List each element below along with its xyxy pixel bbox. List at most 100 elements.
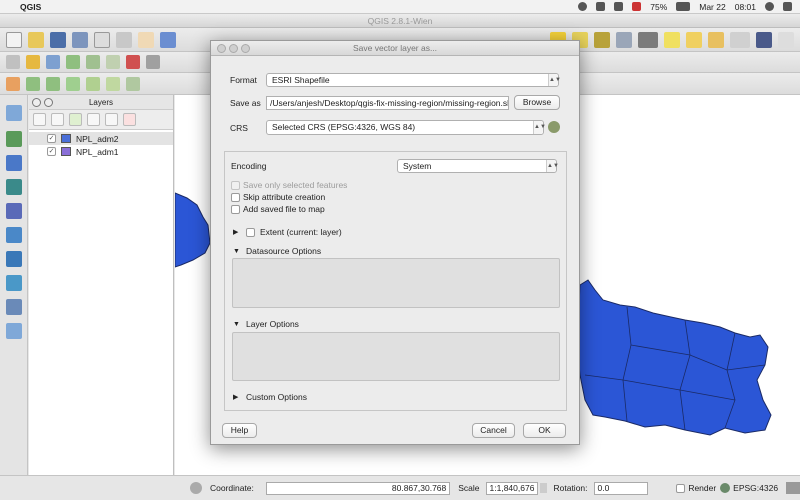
add-feature-icon[interactable] — [66, 55, 80, 69]
help-button[interactable]: Help — [222, 423, 257, 438]
layer-options-header[interactable]: ▼ Layer Options — [233, 319, 299, 329]
save-edits-icon[interactable] — [46, 55, 60, 69]
triangle-down-icon[interactable]: ▼ — [233, 321, 241, 328]
collapse-all-icon[interactable] — [105, 113, 118, 126]
visible-layers-icon[interactable] — [51, 113, 64, 126]
dialog-minimize-icon[interactable] — [229, 44, 238, 53]
field-calculator-icon[interactable] — [594, 31, 610, 48]
add-raster-layer-icon[interactable] — [6, 131, 22, 147]
current-edits-icon[interactable] — [6, 55, 20, 69]
scale-field[interactable]: 1:1,840,676 — [485, 481, 538, 495]
save-as-path-input[interactable]: /Users/anjesh/Desktop/qgis-fix-missing-r… — [266, 96, 509, 110]
add-spatialite-layer-icon[interactable] — [6, 179, 22, 195]
triangle-right-icon[interactable]: ▶ — [233, 228, 241, 236]
select-crs-icon[interactable] — [548, 121, 560, 133]
layer-visibility-checkbox[interactable]: ✓ — [47, 134, 56, 143]
expand-all-icon[interactable] — [33, 113, 46, 126]
simplify-feature-icon[interactable] — [66, 76, 80, 91]
composer-manager-icon[interactable] — [116, 31, 132, 48]
crs-globe-icon[interactable] — [720, 483, 731, 493]
open-project-icon[interactable] — [28, 31, 44, 48]
skip-attribute-row[interactable]: Skip attribute creation — [231, 192, 325, 202]
add-mssql-layer-icon[interactable] — [6, 203, 22, 219]
list-icon[interactable] — [783, 2, 792, 11]
label-tool-icon[interactable] — [6, 76, 20, 91]
coordinate-toggle-icon[interactable] — [190, 482, 202, 494]
extent-checkbox[interactable] — [246, 227, 255, 237]
volume-icon[interactable] — [614, 2, 624, 11]
move-feature-icon[interactable] — [86, 55, 100, 69]
flag-us-icon[interactable] — [632, 2, 642, 11]
add-to-map-row[interactable]: Add saved file to map — [231, 204, 325, 214]
extent-section[interactable]: ▶ Extent (current: layer) — [233, 227, 342, 237]
cut-features-icon[interactable] — [146, 55, 160, 69]
layer-visibility-checkbox[interactable]: ✓ — [47, 147, 56, 156]
rotation-field[interactable]: 0.0 — [593, 481, 649, 495]
delete-selected-icon[interactable] — [126, 55, 140, 69]
whats-this-icon[interactable] — [778, 31, 794, 48]
datasource-options-label: Datasource Options — [246, 246, 322, 256]
coordinate-field[interactable]: 80.867,30.768 — [265, 481, 451, 495]
save-project-icon[interactable] — [50, 31, 66, 48]
map-tips-icon[interactable] — [664, 31, 680, 48]
custom-options-header[interactable]: ▶ Custom Options — [233, 392, 307, 402]
add-wcs-layer-icon[interactable] — [6, 251, 22, 267]
crs-status[interactable]: EPSG:4326 — [733, 483, 778, 493]
print-composer-icon[interactable] — [94, 31, 110, 48]
show-bookmarks-icon[interactable] — [708, 31, 724, 48]
dialog-zoom-icon[interactable] — [241, 44, 250, 53]
dialog-close-icon[interactable] — [217, 44, 226, 53]
attribute-table-icon[interactable] — [616, 31, 632, 48]
crs-select[interactable]: Selected CRS (EPSG:4326, WGS 84) ▲▼ — [266, 120, 546, 135]
add-to-map-checkbox[interactable] — [231, 204, 240, 214]
options-scroll-area[interactable]: Encoding System ▲▼ Save only selected fe… — [224, 151, 567, 411]
toggle-editing-icon[interactable] — [26, 55, 40, 69]
add-part-icon[interactable] — [106, 76, 120, 91]
new-project-icon[interactable] — [6, 31, 22, 48]
add-postgis-layer-icon[interactable] — [6, 155, 22, 171]
pan-hand-icon[interactable] — [138, 31, 154, 48]
layer-row-npl-adm1[interactable]: ✓ NPL_adm1 — [29, 145, 173, 158]
add-vector-layer-icon[interactable] — [6, 105, 22, 121]
app-name-menu[interactable]: QGIS — [20, 2, 41, 12]
triangle-down-icon[interactable]: ▼ — [233, 248, 241, 255]
menubar-time[interactable]: 08:01 — [735, 2, 756, 12]
add-wfs-layer-icon[interactable] — [6, 275, 22, 291]
help-icon[interactable] — [756, 31, 772, 48]
add-wms-layer-icon[interactable] — [6, 227, 22, 243]
search-icon[interactable] — [765, 2, 774, 11]
wifi-icon[interactable] — [596, 2, 606, 11]
remove-layer-icon[interactable] — [123, 113, 136, 126]
ok-button[interactable]: OK — [523, 423, 566, 438]
node-tool-icon[interactable] — [106, 55, 120, 69]
skip-attribute-checkbox[interactable] — [231, 192, 240, 202]
datasource-options-header[interactable]: ▼ Datasource Options — [233, 246, 321, 256]
add-delimited-text-icon[interactable] — [6, 299, 22, 315]
add-group-icon[interactable] — [87, 113, 100, 126]
filter-legend-icon[interactable] — [69, 113, 82, 126]
messages-icon[interactable] — [786, 482, 800, 494]
undo-icon[interactable] — [26, 76, 40, 91]
encoding-select[interactable]: System ▲▼ — [397, 159, 559, 173]
layer-row-npl-adm2[interactable]: ✓ NPL_adm2 — [29, 132, 173, 145]
fill-ring-icon[interactable] — [126, 76, 140, 91]
cancel-button[interactable]: Cancel — [472, 423, 515, 438]
new-shapefile-icon[interactable] — [6, 323, 22, 339]
new-bookmark-icon[interactable] — [686, 31, 702, 48]
triangle-right-icon[interactable]: ▶ — [233, 393, 241, 401]
measure-icon[interactable] — [638, 31, 658, 48]
format-select[interactable]: ESRI Shapefile ▲▼ — [266, 73, 561, 87]
save-as-icon[interactable] — [72, 31, 88, 48]
skype-icon[interactable] — [578, 2, 588, 11]
render-checkbox[interactable] — [676, 483, 686, 493]
battery-icon[interactable] — [676, 2, 691, 11]
save-vector-layer-dialog: Save vector layer as... Format ESRI Shap… — [210, 40, 580, 445]
pan-to-selection-icon[interactable] — [160, 31, 176, 48]
float-panel-icon[interactable] — [44, 98, 53, 107]
redo-icon[interactable] — [46, 76, 60, 91]
add-ring-icon[interactable] — [86, 76, 100, 91]
browse-button[interactable]: Browse — [514, 95, 560, 110]
close-panel-icon[interactable] — [32, 98, 41, 107]
text-annotation-icon[interactable] — [730, 31, 750, 48]
scale-dropdown-icon[interactable] — [539, 483, 548, 493]
